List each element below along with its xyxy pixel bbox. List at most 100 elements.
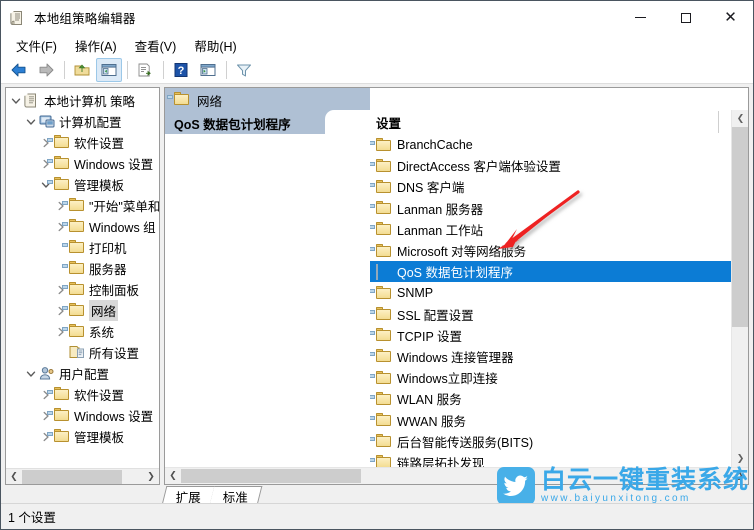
minimize-button[interactable] bbox=[618, 1, 663, 34]
list-item-label: Lanman 服务器 bbox=[397, 202, 484, 217]
menu-help[interactable]: 帮助(H) bbox=[185, 34, 245, 57]
tree-item[interactable]: 所有设置 bbox=[6, 342, 159, 363]
tree-item[interactable]: 本地计算机 策略 bbox=[6, 90, 159, 111]
list-item-selected[interactable]: QoS 数据包计划程序 bbox=[370, 261, 731, 283]
tree-item[interactable]: 计算机配置 bbox=[6, 111, 159, 132]
list-item[interactable]: Windows立即连接 bbox=[370, 367, 731, 388]
column-divider[interactable] bbox=[718, 111, 719, 133]
scroll-right-icon[interactable]: ❯ bbox=[143, 469, 159, 485]
back-icon[interactable] bbox=[6, 58, 32, 82]
chevron-down-icon[interactable] bbox=[8, 91, 24, 111]
tree-item[interactable]: 软件设置 bbox=[6, 384, 159, 405]
tree-item[interactable]: Windows 设置 bbox=[6, 153, 159, 174]
tree-horizontal-scrollbar[interactable]: ❮ ❯ bbox=[6, 468, 159, 484]
up-folder-icon[interactable] bbox=[69, 58, 95, 82]
filter-icon[interactable] bbox=[231, 58, 257, 82]
chevron-right-icon[interactable] bbox=[53, 217, 69, 237]
chevron-right-icon[interactable] bbox=[38, 427, 54, 447]
list-item[interactable]: 后台智能传送服务(BITS) bbox=[370, 431, 731, 452]
list-item[interactable]: TCPIP 设置 bbox=[370, 325, 731, 346]
tree-item[interactable]: 管理模板 bbox=[6, 174, 159, 195]
tree-item[interactable]: 网络 bbox=[6, 300, 159, 321]
tree-item[interactable]: 用户配置 bbox=[6, 363, 159, 384]
list-item-label: WWAN 服务 bbox=[397, 414, 466, 429]
list-item[interactable]: WLAN 服务 bbox=[370, 388, 731, 409]
chevron-down-icon[interactable] bbox=[38, 175, 54, 195]
settings-list-rows[interactable]: BranchCache DirectAccess 客户端体验设置 DNS 客户端 La… bbox=[370, 134, 731, 467]
list-hscroll-track[interactable] bbox=[181, 468, 732, 484]
list-item-label: Microsoft 对等网络服务 bbox=[397, 245, 527, 260]
toolbar-separator bbox=[127, 60, 128, 79]
chevron-right-icon[interactable] bbox=[38, 154, 54, 174]
tree-item[interactable]: Windows 设置 bbox=[6, 405, 159, 426]
tree-item-label: 控制面板 bbox=[89, 284, 140, 298]
tree-hscroll-track[interactable] bbox=[22, 468, 143, 484]
list-item[interactable]: DirectAccess 客户端体验设置 bbox=[370, 155, 731, 176]
folder-icon bbox=[47, 155, 71, 172]
list-item[interactable]: WWAN 服务 bbox=[370, 409, 731, 430]
tree-item[interactable]: 管理模板 bbox=[6, 426, 159, 447]
list-item[interactable]: SNMP bbox=[370, 282, 731, 303]
list-item-label: DirectAccess 客户端体验设置 bbox=[397, 160, 561, 175]
export-list-icon[interactable] bbox=[132, 58, 158, 82]
chevron-right-icon[interactable] bbox=[38, 133, 54, 153]
close-button[interactable]: ✕ bbox=[708, 1, 753, 34]
chevron-right-icon[interactable] bbox=[38, 385, 54, 405]
help-icon[interactable]: ? bbox=[168, 58, 194, 82]
folder-icon bbox=[62, 239, 86, 256]
tree-hscroll-thumb[interactable] bbox=[22, 469, 122, 484]
tree-item[interactable]: 服务器 bbox=[6, 258, 159, 279]
list-item[interactable]: BranchCache bbox=[370, 134, 731, 155]
chevron-right-icon[interactable] bbox=[53, 301, 69, 321]
chevron-right-icon[interactable] bbox=[53, 280, 69, 300]
folder-icon bbox=[370, 328, 392, 342]
scroll-left-icon[interactable]: ❮ bbox=[6, 469, 22, 485]
results-header-title: 网络 bbox=[197, 94, 223, 109]
tree-item[interactable]: 系统 bbox=[6, 321, 159, 342]
list-column-header[interactable]: 设置 bbox=[370, 110, 748, 134]
tree-item[interactable]: Windows 组 bbox=[6, 216, 159, 237]
folder-icon bbox=[370, 201, 392, 215]
list-item[interactable]: DNS 客户端 bbox=[370, 176, 731, 197]
menu-action[interactable]: 操作(A) bbox=[66, 34, 126, 57]
folder-icon bbox=[370, 434, 392, 448]
scroll-down-icon[interactable]: ❯ bbox=[732, 450, 748, 467]
chevron-down-icon[interactable] bbox=[23, 364, 39, 384]
list-item[interactable]: Windows 连接管理器 bbox=[370, 346, 731, 367]
tree-item[interactable]: 软件设置 bbox=[6, 132, 159, 153]
menu-bar: 文件(F) 操作(A) 查看(V) 帮助(H) bbox=[1, 34, 753, 56]
list-item[interactable]: SSL 配置设置 bbox=[370, 304, 731, 325]
maximize-button[interactable] bbox=[663, 1, 708, 34]
list-item-label: QoS 数据包计划程序 bbox=[397, 266, 513, 281]
show-hide-tree-icon[interactable] bbox=[96, 57, 122, 82]
list-item[interactable]: Lanman 工作站 bbox=[370, 219, 731, 240]
list-hscroll-thumb[interactable] bbox=[181, 469, 361, 483]
scroll-left-icon[interactable]: ❮ bbox=[165, 468, 181, 484]
tree-item[interactable]: 打印机 bbox=[6, 237, 159, 258]
chevron-right-icon[interactable] bbox=[38, 406, 54, 426]
chevron-right-icon[interactable] bbox=[53, 322, 69, 342]
scroll-right-icon[interactable]: ❯ bbox=[732, 468, 748, 484]
list-vscroll-thumb[interactable] bbox=[732, 127, 748, 327]
tree-item[interactable]: "开始"菜单和 bbox=[6, 195, 159, 216]
folder-icon bbox=[62, 260, 86, 277]
properties-icon[interactable] bbox=[195, 58, 221, 82]
list-item[interactable]: Lanman 服务器 bbox=[370, 198, 731, 219]
list-vertical-scrollbar[interactable]: ❮ ❯ bbox=[731, 110, 748, 467]
scroll-up-icon[interactable]: ❮ bbox=[732, 110, 748, 127]
console-tree[interactable]: 本地计算机 策略 计算机配置 软件设置 Windows 设置 管理模板 "开始"菜单和 Wi… bbox=[6, 88, 159, 468]
forward-icon[interactable] bbox=[33, 58, 59, 82]
folder-icon bbox=[62, 323, 86, 340]
chevron-right-icon[interactable] bbox=[53, 196, 69, 216]
list-horizontal-scrollbar[interactable]: ❮ ❯ bbox=[165, 467, 748, 484]
menu-file[interactable]: 文件(F) bbox=[7, 34, 66, 57]
chevron-down-icon[interactable] bbox=[23, 112, 39, 132]
list-item[interactable]: Microsoft 对等网络服务 bbox=[370, 240, 731, 261]
tree-item-label: 软件设置 bbox=[74, 389, 125, 403]
list-item-label: WLAN 服务 bbox=[397, 393, 462, 408]
checkered-icon bbox=[376, 263, 392, 280]
tree-item[interactable]: 控制面板 bbox=[6, 279, 159, 300]
list-item[interactable]: 链路层拓扑发现 bbox=[370, 452, 731, 467]
menu-view[interactable]: 查看(V) bbox=[126, 34, 186, 57]
folder-icon bbox=[370, 307, 392, 321]
